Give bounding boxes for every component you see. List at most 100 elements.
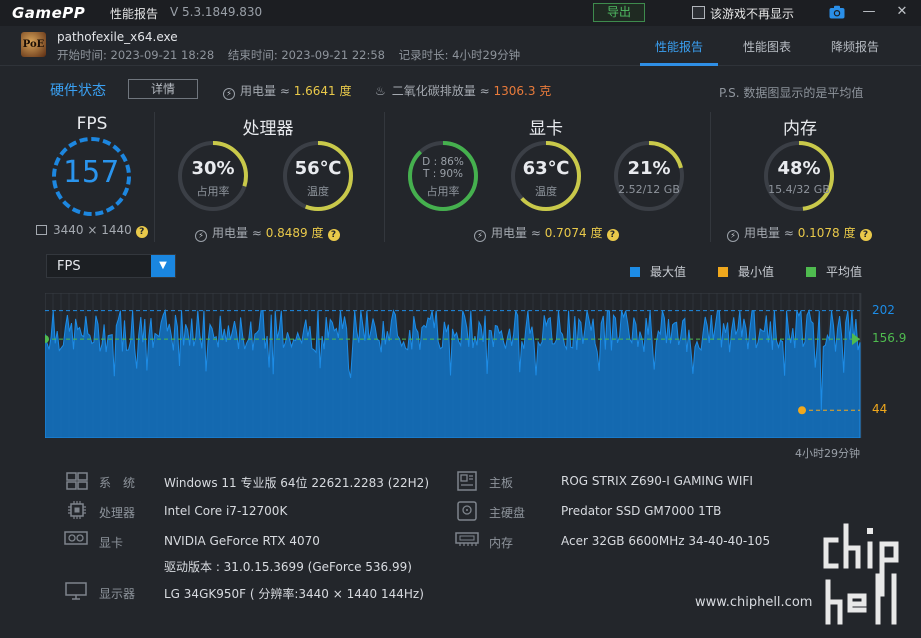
memory-value-info: Acer 32GB 6600MHz 34-40-40-105	[561, 534, 771, 548]
cpu-value: Intel Core i7-12700K	[164, 504, 288, 518]
legend-swatch	[718, 267, 728, 277]
app-info-bar: PoE pathofexile_x64.exe 开始时间: 2023-09-21…	[0, 26, 921, 66]
fps-title: FPS	[76, 114, 108, 134]
start-time: 开始时间: 2023-09-21 18:28	[57, 48, 215, 62]
gpu-value: NVIDIA GeForce RTX 4070	[164, 534, 320, 548]
resolution-value: 3440 × 1440	[53, 223, 132, 237]
divider	[154, 112, 155, 242]
minimize-icon[interactable]: —	[860, 3, 878, 21]
min-line-value-label: 44	[872, 402, 888, 417]
disk-value: Predator SSD GM7000 1TB	[561, 504, 722, 518]
camera-icon[interactable]	[829, 5, 845, 19]
power-icon: ⚡	[223, 88, 235, 100]
gpu-usage-d: D : 86%	[422, 156, 464, 168]
monitor-value: LG 34GK950F ( 分辨率:3440 × 1440 144Hz)	[164, 587, 424, 601]
max-line-value-label: 202	[872, 302, 895, 317]
total-power: ⚡ 用电量 ≈ 1.6641 度	[223, 82, 352, 100]
watermark-url: www.chiphell.com	[695, 595, 813, 610]
cpu-usage-value: 30%	[191, 158, 235, 179]
min-marker	[798, 406, 806, 415]
vram-value: 21%	[627, 158, 671, 179]
co2-icon: ♨	[375, 84, 386, 98]
export-button[interactable]: 导出	[593, 3, 645, 22]
legend-max: 最大值	[630, 263, 686, 280]
close-icon[interactable]: ✕	[893, 3, 911, 21]
version-label: V 5.3.1849.830	[170, 5, 263, 19]
monitor-key: 显示器	[99, 587, 136, 601]
session-meta: 开始时间: 2023-09-21 18:28 结束时间: 2023-09-21 …	[57, 47, 530, 63]
divider	[710, 112, 711, 242]
details-button[interactable]: 详情	[128, 79, 198, 99]
motherboard-value: ROG STRIX Z690-I GAMING WIFI	[561, 474, 753, 488]
tab-throttle-report[interactable]: 降频报告	[831, 38, 879, 55]
memory-power-value: 0.1078 度	[797, 226, 856, 240]
legend-min: 最小值	[718, 263, 774, 280]
help-icon[interactable]: ?	[135, 226, 148, 238]
motherboard-icon	[457, 471, 477, 491]
tab-performance-chart[interactable]: 性能图表	[743, 38, 791, 55]
gpu-power: ⚡ 用电量 ≈ 0.7074 度?	[474, 224, 619, 242]
power-icon: ⚡	[195, 230, 207, 242]
memory-title: 内存	[783, 119, 817, 139]
title-bar: GamePP 性能报告 V 5.3.1849.830 导出 该游戏不再显示 — …	[0, 0, 921, 26]
hardware-status-title: 硬件状态	[50, 83, 106, 99]
memory-power: ⚡ 用电量 ≈ 0.1078 度?	[727, 224, 872, 242]
record-duration: 记录时长: 4小时29分钟	[398, 48, 521, 62]
dont-show-checkbox[interactable]	[692, 6, 705, 19]
power-icon: ⚡	[727, 230, 739, 242]
gpu-power-value: 0.7074 度	[544, 226, 603, 240]
power-icon: ⚡	[474, 230, 486, 242]
metric-select-value: FPS	[57, 259, 81, 274]
divider	[384, 112, 385, 242]
gpu-title: 显卡	[529, 119, 563, 139]
gpu-icon	[64, 531, 88, 545]
memory-value: 48%	[777, 158, 821, 179]
active-tab-indicator	[640, 63, 718, 66]
tab-performance-report[interactable]: 性能报告	[655, 38, 703, 55]
cpu-title: 处理器	[242, 119, 294, 139]
legend-swatch	[630, 267, 640, 277]
fps-value: 157	[62, 155, 121, 190]
memory-label: 15.4/32 GB	[768, 183, 830, 196]
total-power-value: 1.6641 度	[293, 84, 352, 98]
average-note: P.S. 数据图显示的是平均值	[719, 86, 864, 100]
fps-chart[interactable]	[45, 293, 865, 438]
chevron-down-icon[interactable]: ▼	[151, 255, 175, 277]
help-icon[interactable]: ?	[606, 229, 619, 241]
memory-key: 内存	[489, 536, 514, 550]
resolution-line: 3440 × 1440?	[36, 223, 148, 238]
avg-marker	[45, 335, 49, 344]
vram-label: 2.52/12 GB	[618, 183, 680, 196]
memory-icon	[455, 532, 479, 546]
avg-line-value-label: 156.9	[872, 331, 907, 346]
chart-duration: 4小时29分钟	[795, 447, 860, 460]
gpu-usage-label: 占用率	[426, 185, 460, 198]
help-icon[interactable]: ?	[859, 229, 872, 241]
cpu-temp-value: 56℃	[294, 158, 342, 179]
co2-value: 1306.3 克	[493, 84, 552, 98]
window-title: 性能报告	[110, 7, 159, 21]
monitor-icon	[65, 582, 87, 600]
gpu-usage-t: T : 90%	[423, 168, 463, 180]
disk-key: 主硬盘	[489, 506, 526, 520]
screen-icon	[36, 225, 47, 235]
fps-series-area	[45, 308, 861, 438]
driver-version: 驱动版本 : 31.0.15.3699 (GeForce 536.99)	[164, 560, 412, 574]
gpu-temp-value: 63℃	[522, 158, 570, 179]
windows-icon	[66, 472, 88, 490]
co2-emission: ♨ 二氧化碳排放量 ≈ 1306.3 克	[375, 84, 552, 98]
os-key: 系 统	[99, 476, 136, 490]
dont-show-label[interactable]: 该游戏不再显示	[710, 5, 794, 22]
disk-icon	[457, 501, 477, 521]
motherboard-key: 主板	[489, 476, 514, 490]
cpu-key: 处理器	[99, 506, 136, 520]
cpu-temp-label: 温度	[307, 185, 329, 198]
cpu-power-value: 0.8489 度	[265, 226, 324, 240]
legend-swatch	[806, 267, 816, 277]
gpu-key: 显卡	[99, 536, 124, 550]
end-time: 结束时间: 2023-09-21 22:58	[227, 48, 385, 62]
gpu-temp-label: 温度	[535, 185, 557, 198]
metric-select[interactable]: FPS ▼	[46, 254, 176, 278]
help-icon[interactable]: ?	[327, 229, 340, 241]
cpu-icon	[68, 501, 86, 519]
